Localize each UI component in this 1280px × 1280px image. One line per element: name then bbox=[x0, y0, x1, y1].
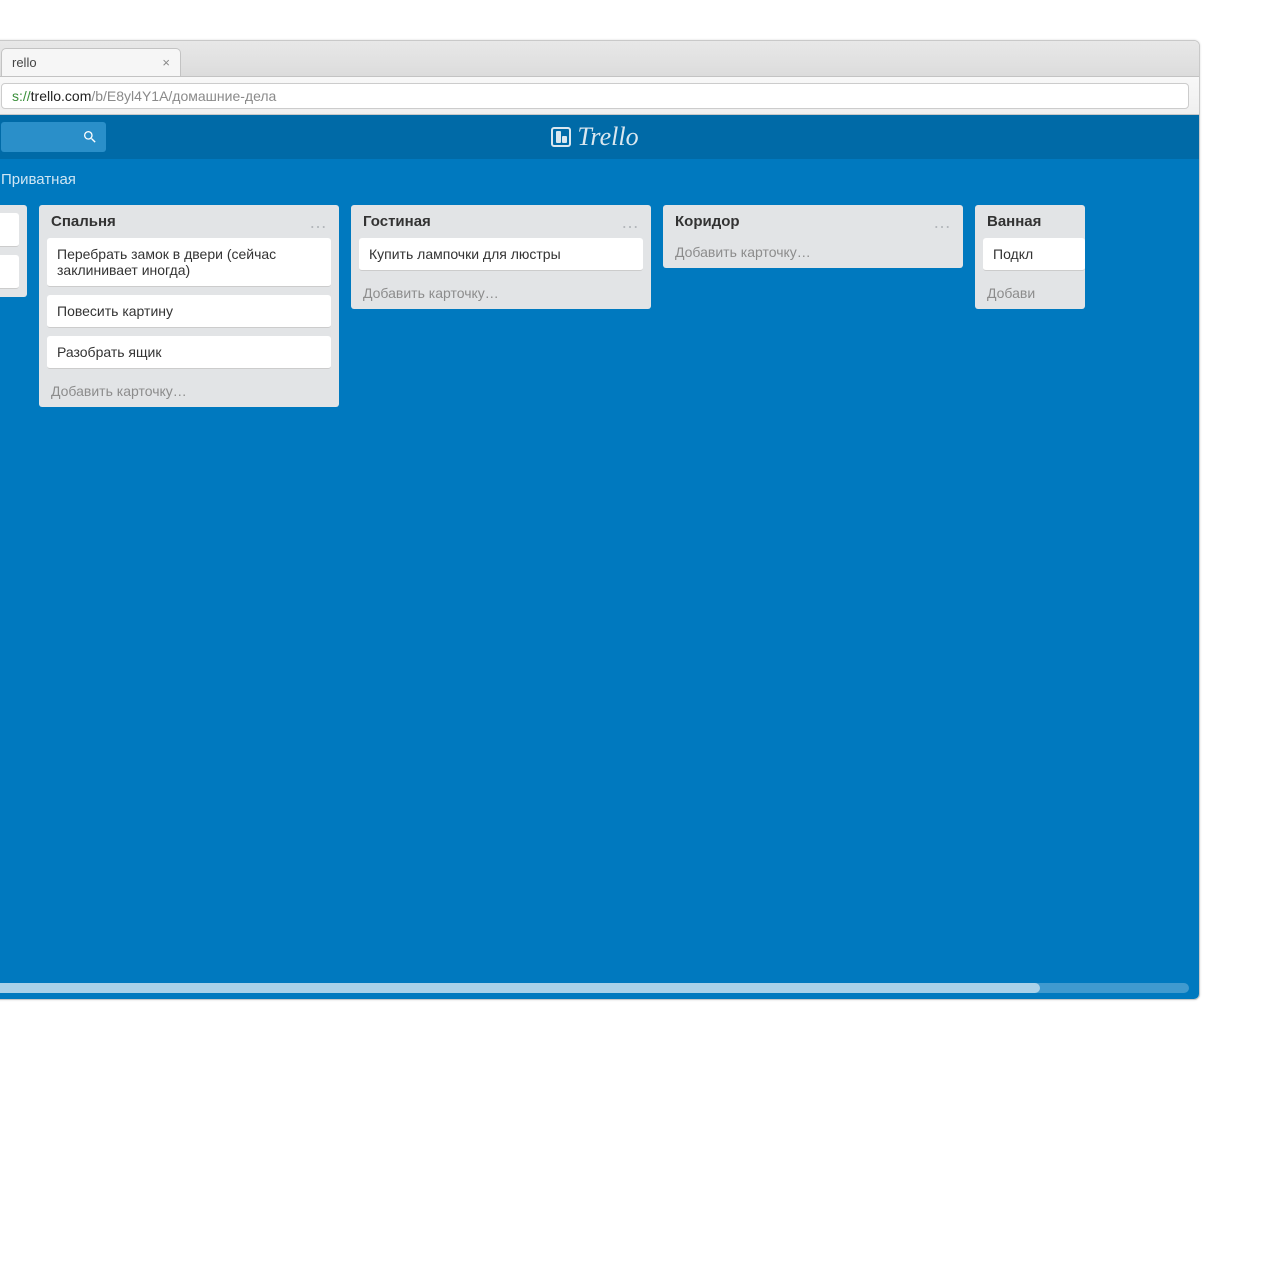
horizontal-scrollbar[interactable] bbox=[0, 983, 1189, 993]
add-card-button[interactable]: Добавить карточку… bbox=[359, 279, 643, 301]
url-host: trello.com bbox=[31, 88, 92, 104]
list bbox=[0, 205, 27, 297]
browser-window: rello × s://trello.com/b/E8yl4Y1A/домашн… bbox=[0, 40, 1200, 1000]
list-header: Ванная bbox=[983, 213, 1085, 230]
card[interactable]: Купить лампочки для люстры bbox=[359, 238, 643, 271]
board-bar: Приватная bbox=[0, 159, 1199, 199]
trello-logo-text: Trello bbox=[577, 122, 638, 152]
list-header: Спальня … bbox=[47, 213, 331, 230]
trello-app: Trello Приватная Спальня … Перебрать зам… bbox=[0, 115, 1199, 999]
list-title[interactable]: Гостиная bbox=[363, 213, 431, 230]
browser-tab[interactable]: rello × bbox=[1, 48, 181, 76]
list-menu-icon[interactable]: … bbox=[621, 218, 639, 226]
list-title[interactable]: Спальня bbox=[51, 213, 116, 230]
list-header: Коридор … bbox=[671, 213, 955, 230]
search-input[interactable] bbox=[1, 122, 106, 152]
url-field[interactable]: s://trello.com/b/E8yl4Y1A/домашние-дела bbox=[1, 83, 1189, 109]
close-icon[interactable]: × bbox=[162, 55, 170, 70]
list: Спальня … Перебрать замок в двери (сейча… bbox=[39, 205, 339, 407]
url-path: /b/E8yl4Y1A/домашние-дела bbox=[91, 88, 276, 104]
scrollbar-thumb[interactable] bbox=[0, 983, 1040, 993]
trello-logo-icon bbox=[551, 127, 571, 147]
card[interactable]: Подкл bbox=[983, 238, 1085, 271]
list-header: Гостиная … bbox=[359, 213, 643, 230]
card[interactable] bbox=[0, 255, 19, 289]
browser-address-bar: s://trello.com/b/E8yl4Y1A/домашние-дела bbox=[0, 77, 1199, 115]
list: Коридор … Добавить карточку… bbox=[663, 205, 963, 268]
url-scheme: s:// bbox=[12, 88, 31, 104]
trello-logo[interactable]: Trello bbox=[551, 122, 638, 152]
add-card-button[interactable]: Добави bbox=[983, 279, 1085, 301]
board-canvas: Спальня … Перебрать замок в двери (сейча… bbox=[0, 199, 1199, 999]
list-menu-icon[interactable]: … bbox=[933, 218, 951, 226]
card[interactable] bbox=[0, 213, 19, 247]
tab-title: rello bbox=[12, 55, 37, 70]
board-privacy[interactable]: Приватная bbox=[1, 171, 76, 188]
card[interactable]: Повесить картину bbox=[47, 295, 331, 328]
list: Ванная Подкл Добави bbox=[975, 205, 1085, 309]
card[interactable]: Перебрать замок в двери (сейчас заклинив… bbox=[47, 238, 331, 287]
list: Гостиная … Купить лампочки для люстры До… bbox=[351, 205, 651, 309]
list-title[interactable]: Ванная bbox=[987, 213, 1041, 230]
list-menu-icon[interactable]: … bbox=[309, 218, 327, 226]
search-icon bbox=[82, 129, 98, 145]
browser-tab-strip: rello × bbox=[0, 41, 1199, 77]
card[interactable]: Разобрать ящик bbox=[47, 336, 331, 369]
add-card-button[interactable]: Добавить карточку… bbox=[47, 377, 331, 399]
list-title[interactable]: Коридор bbox=[675, 213, 740, 230]
app-header: Trello bbox=[0, 115, 1199, 159]
add-card-button[interactable]: Добавить карточку… bbox=[671, 238, 955, 260]
